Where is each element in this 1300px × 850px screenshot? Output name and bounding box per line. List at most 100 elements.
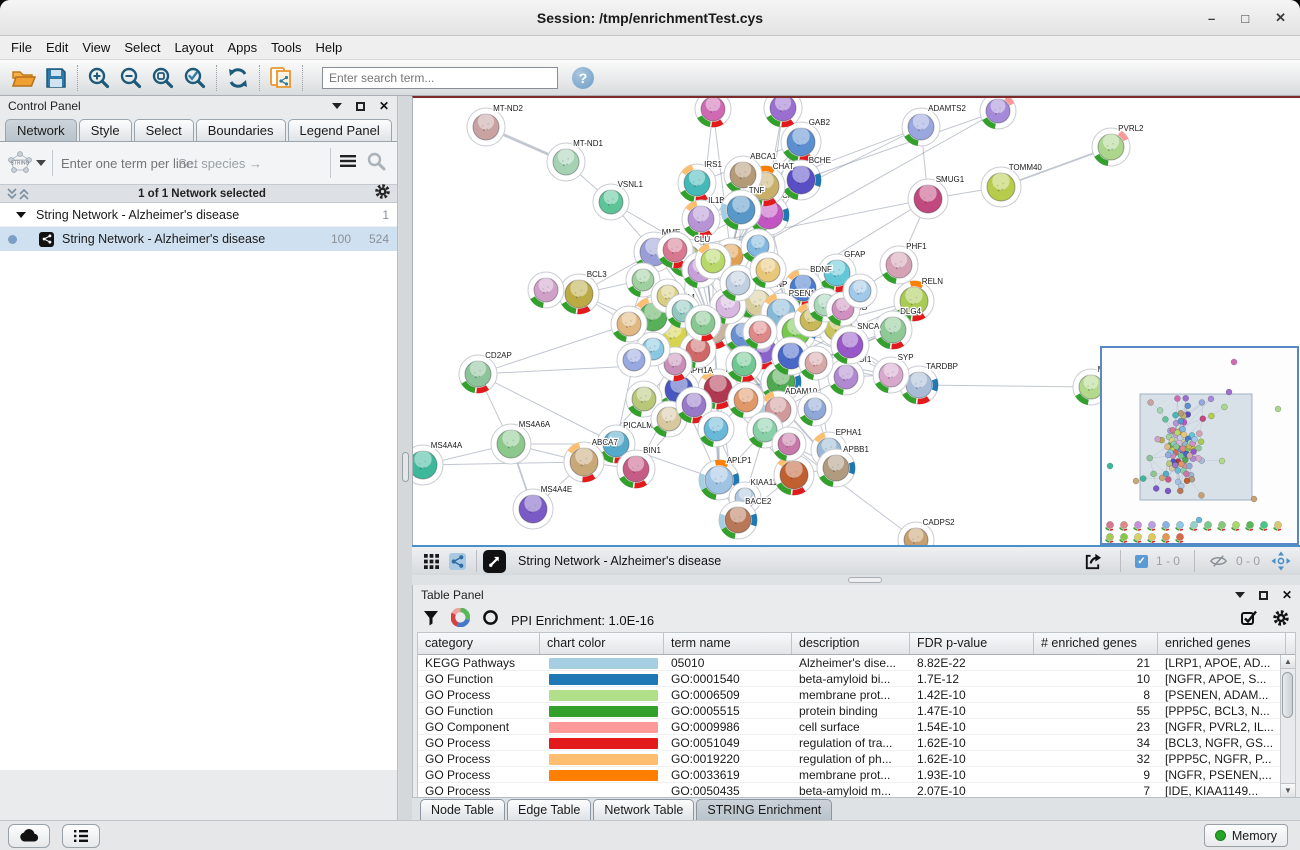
tab-style[interactable]: Style [79, 119, 132, 141]
network-view[interactable]: MT-ND2MT-ND1VSNL1GAB2ADAMTS2PVRL2TOMM40S… [412, 96, 1300, 545]
tree-expand-icon[interactable] [16, 212, 26, 218]
network-edge[interactable] [801, 111, 998, 180]
float-panel-icon[interactable] [1259, 591, 1268, 600]
network-from-file-button[interactable] [265, 63, 297, 93]
table-scrollbar[interactable]: ▲ ▼ [1280, 655, 1295, 797]
tab-string-enrichment[interactable]: STRING Enrichment [696, 799, 832, 820]
help-button[interactable]: ? [572, 67, 594, 89]
network-row-selected[interactable]: String Network - Alzheimer's disease 100… [0, 227, 397, 251]
tab-network-table[interactable]: Network Table [593, 799, 694, 820]
enrichment-settings-button[interactable] [1272, 609, 1290, 632]
network-node-f3[interactable] [980, 98, 1016, 129]
cloud-tasks-button[interactable] [8, 824, 50, 848]
divider-handle[interactable] [402, 452, 409, 482]
string-search-button[interactable] [361, 151, 391, 176]
panel-menu-icon[interactable] [332, 103, 342, 109]
close-panel-icon[interactable]: ✕ [1282, 588, 1292, 602]
memory-button[interactable]: Memory [1204, 824, 1288, 847]
menu-item-edit[interactable]: Edit [41, 38, 77, 57]
network-options-gear[interactable] [374, 183, 391, 205]
table-row[interactable]: GO FunctionGO:0005515protein binding1.47… [418, 703, 1295, 719]
set-species-hint[interactable]: Set species → [178, 156, 262, 171]
network-node-f1[interactable] [695, 98, 731, 127]
table-row[interactable]: GO ProcessGO:0051049regulation of tra...… [418, 735, 1295, 751]
tab-boundaries[interactable]: Boundaries [196, 119, 286, 141]
table-row[interactable]: GO FunctionGO:0001540beta-amyloid bi...1… [418, 671, 1295, 687]
column-header-enriched-genes[interactable]: # enriched genes [1034, 633, 1158, 654]
filter-enrichment-button[interactable] [423, 610, 439, 631]
network-node-MS4A4A[interactable]: MS4A4A [413, 441, 463, 485]
close-button[interactable]: ✕ [1275, 10, 1286, 26]
network-edge[interactable] [919, 385, 1091, 387]
network-node-f21[interactable] [743, 315, 777, 349]
zoom-out-button[interactable] [115, 63, 147, 93]
selected-nodes-checkbox[interactable]: ✓ [1135, 555, 1148, 568]
reset-charts-button[interactable] [482, 609, 499, 631]
network-node-PHF1[interactable]: PHF1 [880, 242, 927, 284]
network-edge[interactable] [478, 324, 629, 374]
scroll-down-arrow[interactable]: ▼ [1281, 783, 1295, 797]
column-header-category[interactable]: category [418, 633, 540, 654]
network-node-f35[interactable] [843, 274, 877, 308]
menu-item-file[interactable]: File [6, 38, 41, 57]
panel-menu-icon[interactable] [1235, 592, 1245, 598]
tab-network[interactable]: Network [5, 119, 77, 141]
pan-compass-button[interactable] [1268, 549, 1294, 573]
table-row[interactable]: GO ProcessGO:0033619membrane prot...1.93… [418, 767, 1295, 783]
network-node-f37[interactable] [685, 305, 721, 341]
collapse-all-icon[interactable] [6, 187, 18, 201]
network-node-f19[interactable] [617, 343, 651, 377]
task-history-button[interactable] [62, 824, 100, 848]
zoom-fit-button[interactable] [147, 63, 179, 93]
zoom-selected-button[interactable] [179, 63, 211, 93]
network-collection-row[interactable]: String Network - Alzheimer's disease 1 [0, 204, 397, 227]
network-node-MS4A4E[interactable]: MS4A4E [513, 485, 572, 529]
table-row[interactable]: GO ProcessGO:0006509membrane prot...1.42… [418, 687, 1295, 703]
menu-item-apps[interactable]: Apps [223, 38, 267, 57]
network-node-VSNL1[interactable]: VSNL1 [593, 180, 643, 220]
network-node-f30[interactable] [728, 382, 764, 418]
table-row[interactable]: KEGG Pathways05010Alzheimer's dise...8.8… [418, 655, 1295, 671]
column-header-enriched-genes[interactable]: enriched genes [1158, 633, 1286, 654]
network-node-f32[interactable] [772, 427, 806, 461]
network-node-f29[interactable] [698, 411, 734, 447]
column-header-description[interactable]: description [792, 633, 910, 654]
menu-item-select[interactable]: Select [119, 38, 169, 57]
divider-handle[interactable] [848, 577, 882, 583]
network-node-f18[interactable] [611, 306, 647, 342]
network-node-BACE2[interactable]: BACE2 [719, 497, 772, 539]
open-in-new-button[interactable] [483, 550, 506, 573]
birds-eye-view[interactable] [1100, 346, 1299, 545]
menu-item-view[interactable]: View [77, 38, 119, 57]
tab-legend-panel[interactable]: Legend Panel [288, 119, 392, 141]
panel-divider-horizontal[interactable] [412, 575, 1300, 585]
network-node-TOMM40[interactable]: TOMM40 [981, 163, 1042, 207]
column-header-chart-color[interactable]: chart color [540, 633, 664, 654]
network-node-f5[interactable] [774, 455, 814, 495]
menu-item-help[interactable]: Help [311, 38, 352, 57]
menu-item-tools[interactable]: Tools [266, 38, 310, 57]
panel-divider-vertical[interactable] [399, 96, 412, 820]
maximize-button[interactable]: □ [1241, 11, 1249, 26]
network-node-DLG4[interactable]: DLG4 [874, 307, 922, 349]
string-options-button[interactable] [335, 154, 361, 173]
export-view-button[interactable] [1080, 549, 1106, 573]
menu-item-layout[interactable]: Layout [169, 38, 222, 57]
network-node-CADPS2[interactable]: CADPS2 [898, 518, 955, 545]
network-node-SMUG1[interactable]: SMUG1 [908, 175, 965, 219]
refresh-button[interactable] [222, 63, 254, 93]
show-grid-button[interactable] [418, 549, 444, 573]
table-row[interactable]: GO ComponentGO:0009986cell surface1.54E-… [418, 719, 1295, 735]
search-input[interactable] [322, 67, 558, 89]
scrollbar-thumb[interactable] [1282, 672, 1293, 718]
select-rows-button[interactable] [1240, 609, 1258, 632]
network-node-f39[interactable] [750, 252, 786, 288]
tab-node-table[interactable]: Node Table [420, 799, 505, 820]
string-protein-query-selector[interactable]: STRING [6, 150, 53, 176]
tab-select[interactable]: Select [134, 119, 194, 141]
float-panel-icon[interactable] [356, 102, 365, 111]
network-node-TARDBP[interactable]: TARDBP [900, 362, 958, 404]
scroll-up-arrow[interactable]: ▲ [1281, 655, 1295, 669]
network-node-IL1B[interactable]: IL1B [682, 196, 725, 238]
close-panel-icon[interactable]: ✕ [379, 99, 389, 113]
